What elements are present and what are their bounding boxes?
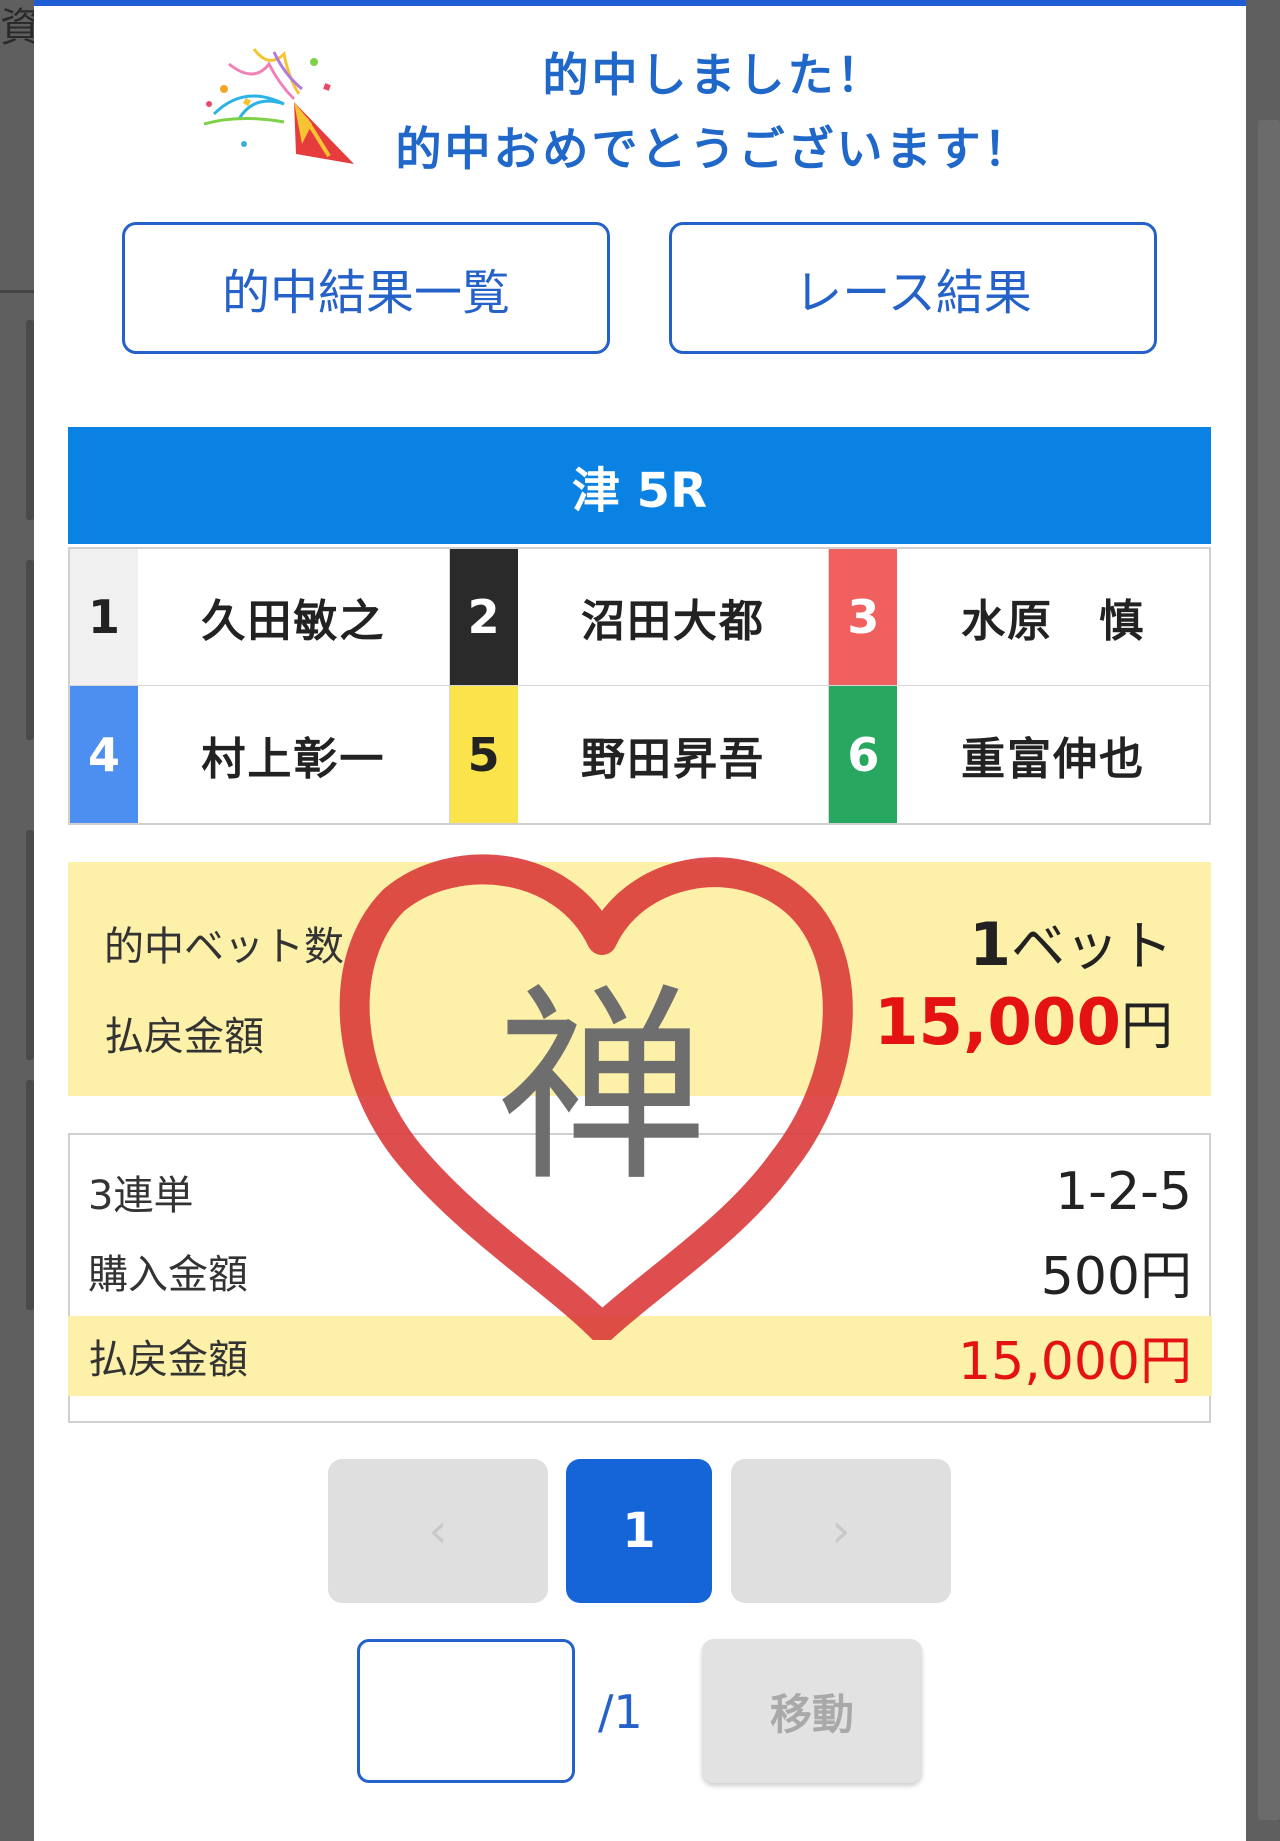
racer-name: 重富伸也 [961, 733, 1146, 785]
headline-hit: 的中しました！ [542, 48, 886, 102]
racer-entry: 2 沼田大都 [449, 549, 830, 686]
lane-number: 1 [70, 549, 138, 685]
headline-congratulations: 的中おめでとうございます！ [395, 122, 1033, 176]
racer-entry: 1 久田敏之 [70, 549, 450, 686]
race-title: 津 5R [68, 427, 1211, 544]
purchase-row: 購入金額 500円 [68, 1231, 1212, 1311]
payout-value: 15,000円 [874, 984, 1173, 1060]
modal-top-accent [34, 0, 1246, 6]
hit-results-list-button[interactable]: 的中結果一覧 [122, 222, 610, 354]
racer-entry: 3 水原 慎 [829, 549, 1209, 686]
payout-amount: 15,000 [874, 986, 1121, 1060]
hit-bets-label: 的中ベット数 [104, 924, 344, 970]
current-page-button[interactable]: 1 [566, 1459, 712, 1603]
race-results-button[interactable]: レース結果 [669, 222, 1157, 354]
background-card-edge [26, 560, 34, 740]
bet-type-label: 3連単 [88, 1173, 194, 1219]
hit-bets-number: 1 [969, 910, 1011, 980]
lane-number: 3 [829, 549, 898, 685]
hit-bets-unit: ベット [1011, 915, 1173, 978]
bet-payout-row: 払戻金額 15,000円 [68, 1316, 1212, 1396]
total-pages: /1 [598, 1685, 643, 1739]
hit-result-modal: 的中しました！ 的中おめでとうございます！ 的中結果一覧 レース結果 津 5R … [34, 0, 1246, 1841]
background-right-edge [1258, 120, 1280, 1820]
racer-entry: 6 重富伸也 [829, 686, 1209, 823]
bet-payout-amount: 15,000円 [958, 1331, 1192, 1392]
purchase-amount: 500円 [1040, 1246, 1192, 1307]
next-page-button[interactable]: › [731, 1459, 951, 1603]
page-number-input[interactable] [357, 1639, 575, 1783]
lane-number: 4 [70, 686, 138, 823]
party-popper-icon [203, 48, 354, 164]
racer-table: 1 久田敏之 2 沼田大都 3 水原 慎 4 村上彰一 5 野田昇吾 6 重富伸… [68, 547, 1211, 825]
payout-label: 払戻金額 [104, 1014, 264, 1060]
hit-bets-value: 1ベット [969, 902, 1173, 981]
bet-type-row: 3連単 1-2-5 [68, 1152, 1212, 1232]
racer-name: 水原 慎 [961, 596, 1146, 647]
racer-name: 野田昇吾 [580, 733, 765, 785]
background-card-edge [26, 1080, 34, 1310]
racer-name: 沼田大都 [580, 596, 765, 647]
lane-number: 6 [829, 686, 898, 823]
background-card-edge [26, 320, 34, 520]
bet-combination: 1-2-5 [1055, 1162, 1192, 1222]
purchase-label: 購入金額 [88, 1252, 248, 1298]
lane-number: 2 [449, 549, 518, 685]
hit-summary: 的中ベット数 1ベット 払戻金額 15,000円 [68, 862, 1211, 1096]
bet-payout-label: 払戻金額 [88, 1337, 248, 1383]
racer-entry: 4 村上彰一 [70, 686, 450, 823]
racer-entry: 5 野田昇吾 [449, 686, 830, 823]
payout-unit: 円 [1120, 997, 1173, 1057]
background-card-edge [26, 830, 34, 1060]
lane-number: 5 [449, 686, 518, 823]
racer-name: 村上彰一 [201, 733, 386, 785]
racer-name: 久田敏之 [201, 596, 386, 647]
prev-page-button[interactable]: ‹ [328, 1459, 548, 1603]
move-button[interactable]: 移動 [702, 1639, 922, 1783]
